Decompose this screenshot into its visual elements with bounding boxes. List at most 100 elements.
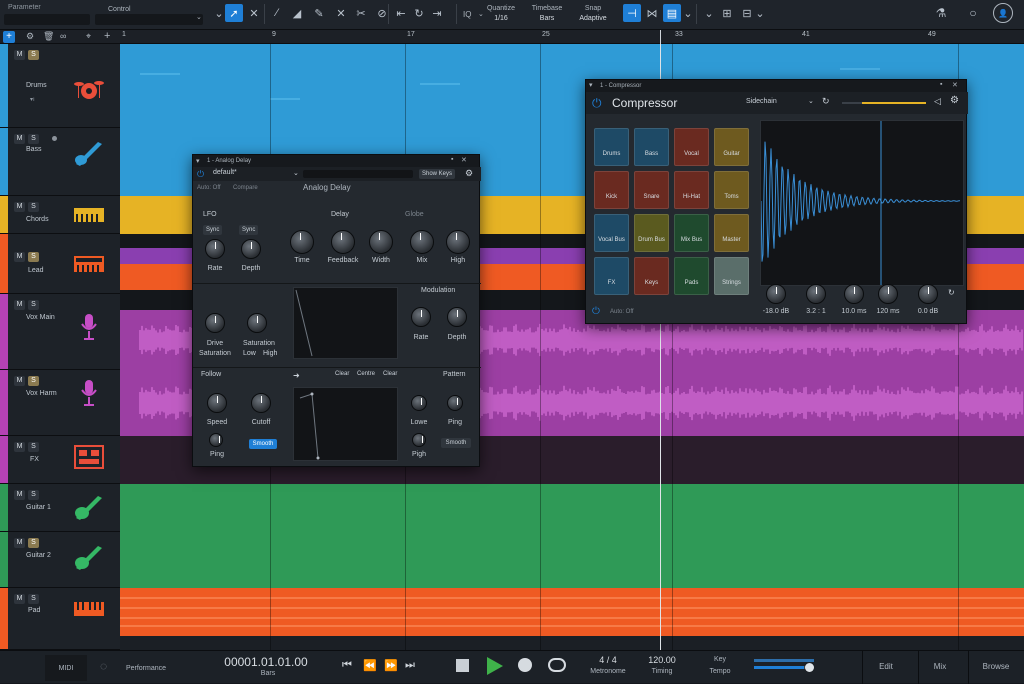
ping-pattern-knob[interactable] xyxy=(447,395,463,411)
ratio-knob[interactable] xyxy=(806,284,826,304)
threshold-knob[interactable] xyxy=(766,284,786,304)
timeline-ruler[interactable]: 1 9 17 25 33 41 49 xyxy=(120,30,1024,44)
time-signature[interactable]: 4 / 4 xyxy=(586,655,630,665)
track-header-bass[interactable]: M S Bass xyxy=(0,128,120,196)
fast-forward-icon[interactable]: ⏩ xyxy=(384,659,398,672)
quantize-value[interactable]: 1/16 xyxy=(486,14,516,23)
delay-width-knob[interactable] xyxy=(369,230,393,254)
timebase-value[interactable]: Bars xyxy=(530,14,564,23)
snap-events-button[interactable]: ⋈ xyxy=(643,4,661,22)
mix-slider[interactable] xyxy=(842,102,926,104)
mute-tool-button[interactable]: ✕ xyxy=(332,4,350,22)
mute-button[interactable]: M xyxy=(14,376,25,386)
makeup-knob[interactable] xyxy=(918,284,938,304)
plugin-menu-icon[interactable]: ▾ xyxy=(589,81,593,89)
saturation-knob[interactable] xyxy=(247,313,267,333)
filter-tab[interactable]: Clear xyxy=(383,371,397,377)
attack-knob[interactable] xyxy=(844,284,864,304)
mute-button[interactable]: M xyxy=(14,300,25,310)
preset-pad[interactable]: Kick xyxy=(594,171,629,209)
search-icon[interactable]: ○ xyxy=(964,4,982,22)
solo-button[interactable]: S xyxy=(28,300,39,310)
drive-knob[interactable] xyxy=(205,313,225,333)
key-label[interactable]: Key xyxy=(700,656,740,663)
midi-panel[interactable]: MIDI xyxy=(45,655,87,681)
preset-chevron-icon[interactable]: ⌄ xyxy=(293,169,299,177)
select-arrow-icon[interactable]: ⌄ xyxy=(214,4,224,22)
auto-off-label[interactable]: Auto: Off xyxy=(610,309,634,315)
performance-label[interactable]: Performance xyxy=(118,665,174,672)
preset-pad[interactable]: Drum Bus xyxy=(634,214,669,252)
mute-button[interactable]: M xyxy=(14,50,25,60)
auto-off-label[interactable]: Auto: Off xyxy=(197,185,221,191)
gear-icon[interactable]: ⚙ xyxy=(465,168,473,179)
solo-button[interactable]: S xyxy=(28,50,39,60)
plugin-menu-icon[interactable]: ▾ xyxy=(196,157,200,165)
rewind-start-icon[interactable]: ⏮ xyxy=(342,659,352,672)
solo-button[interactable]: S xyxy=(28,442,39,452)
mod-rate-knob[interactable] xyxy=(411,307,431,327)
refresh-icon[interactable]: ↻ xyxy=(822,96,830,107)
range-tool-button[interactable]: ✕ xyxy=(245,4,263,22)
close-icon[interactable]: ✕ xyxy=(461,156,467,164)
track-header-chords[interactable]: M S Chords xyxy=(0,196,120,234)
user-tool-icon[interactable]: ⚗ xyxy=(932,4,950,22)
preset-pad[interactable]: Guitar xyxy=(714,128,749,166)
mix-view-button[interactable]: Mix xyxy=(920,662,960,671)
settings-icon[interactable]: ⚙ xyxy=(26,31,34,42)
mute-button[interactable]: M xyxy=(14,202,25,212)
mute-button[interactable]: M xyxy=(14,538,25,548)
playhead-marker[interactable] xyxy=(660,30,661,44)
preset-pad[interactable]: Toms xyxy=(714,171,749,209)
chevron-down-icon[interactable]: ⌄ xyxy=(196,13,202,21)
lfo-sync2-button[interactable]: Sync xyxy=(239,225,259,235)
follow-display[interactable] xyxy=(293,387,398,461)
iq-chevron-icon[interactable]: ⌄ xyxy=(478,10,484,18)
mute-button[interactable]: M xyxy=(14,490,25,500)
preset-pad[interactable]: Hi-Hat xyxy=(674,171,709,209)
tempo-value[interactable]: 120.00 xyxy=(640,655,684,665)
auto-power-icon[interactable]: ⏻ xyxy=(592,306,600,317)
snap-value[interactable]: Adaptive xyxy=(576,14,610,23)
crosshair-icon[interactable]: ⌖ xyxy=(86,31,91,42)
position-display[interactable]: 00001.01.01.00 xyxy=(210,655,322,669)
preset-pad[interactable]: Bass xyxy=(634,128,669,166)
account-icon[interactable]: 👤 xyxy=(993,3,1013,23)
edit-view-button[interactable]: Edit xyxy=(866,662,906,671)
lfo-sync-button[interactable]: Sync xyxy=(203,225,223,235)
lfo-rate-knob[interactable] xyxy=(205,239,225,259)
options-chevron-icon[interactable]: ⌄ xyxy=(683,4,693,22)
solo-button[interactable]: S xyxy=(28,134,39,144)
preset-pad[interactable]: Strings xyxy=(714,257,749,295)
mod-depth-knob[interactable] xyxy=(447,307,467,327)
preset-pad[interactable]: Snare xyxy=(634,171,669,209)
mute-button[interactable]: M xyxy=(14,252,25,262)
lfo-depth-knob[interactable] xyxy=(241,239,261,259)
delay-feedback-knob[interactable] xyxy=(331,230,355,254)
smooth2-button[interactable]: Smooth xyxy=(441,438,471,448)
link-icon[interactable]: ∞ xyxy=(60,31,66,41)
preset-pad[interactable]: Pads xyxy=(674,257,709,295)
arrow-tool-button[interactable]: ➚ xyxy=(225,4,243,22)
mute-button[interactable]: M xyxy=(14,594,25,604)
preset-pad[interactable]: FX xyxy=(594,257,629,295)
volume-slider-handle[interactable] xyxy=(805,663,814,672)
undo-icon[interactable]: ◁ xyxy=(934,96,941,107)
sidechain-chevron-icon[interactable]: ⌄ xyxy=(808,97,814,105)
grid-view-button[interactable]: ⊞ xyxy=(718,4,736,22)
preset-name[interactable]: default* xyxy=(213,169,237,176)
chevron-icon[interactable]: ⌄ xyxy=(700,4,718,22)
power-icon[interactable]: ⏻ xyxy=(197,169,204,180)
lowe-knob[interactable] xyxy=(411,395,427,411)
clip-pad[interactable] xyxy=(120,588,1024,636)
h-scrollbar[interactable] xyxy=(120,636,1024,650)
filter-tab[interactable]: Clear xyxy=(335,371,349,377)
preset-pad[interactable]: Mix Bus xyxy=(674,214,709,252)
control-field[interactable] xyxy=(95,14,203,25)
loop-button[interactable] xyxy=(548,658,566,672)
compressor-display[interactable] xyxy=(760,120,964,286)
show-keys-button[interactable]: Show Keys xyxy=(419,169,455,179)
split-tool-button[interactable]: ⁄ xyxy=(268,4,286,22)
smooth-button[interactable]: Smooth xyxy=(249,439,277,449)
autoscroll-button[interactable]: ▤ xyxy=(663,4,681,22)
